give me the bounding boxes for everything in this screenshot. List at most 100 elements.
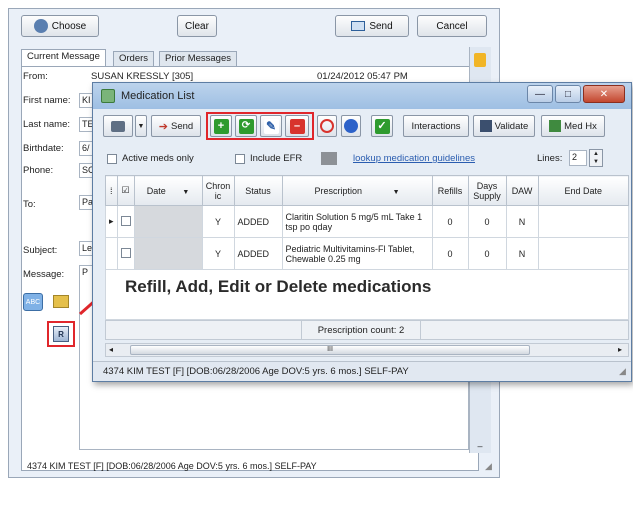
include-efr-label: Include EFR (250, 153, 303, 164)
from-value: SUSAN KRESSLY [305] (91, 71, 194, 82)
horizontal-scrollbar[interactable]: ◂ III ▸ (105, 343, 629, 357)
subject-label: Subject: (23, 245, 58, 256)
birthdate-field[interactable]: 6/ (79, 141, 93, 156)
scroll-right-arrow[interactable]: ▸ (618, 345, 622, 354)
tab-prior-messages[interactable]: Prior Messages (159, 51, 237, 67)
minimize-button[interactable]: — (527, 85, 553, 103)
approve-button[interactable]: ✓ (371, 115, 393, 137)
note-icon[interactable] (474, 53, 486, 67)
print-button[interactable] (103, 115, 133, 137)
lines-stepper[interactable]: ▲ ▼ (589, 149, 603, 167)
sync-icon (344, 119, 358, 133)
print-dropdown[interactable]: ▼ (135, 115, 147, 137)
select-all-checkbox[interactable]: ☑ (116, 175, 135, 206)
lines-label: Lines: (537, 153, 563, 164)
active-meds-checkbox[interactable] (107, 154, 117, 164)
scroll-thumb[interactable]: III (130, 345, 530, 355)
row-status: ADDED (233, 205, 283, 238)
col-daw[interactable]: DAW (505, 175, 539, 206)
prescription-sort-icon: ▼ (392, 188, 400, 196)
scroll-left-arrow[interactable]: ◂ (109, 345, 113, 354)
col-refills[interactable]: Refills (431, 175, 469, 206)
row-prescription: Pediatric Multivitamins-Fl Tablet, Chewa… (281, 237, 433, 270)
birthdate-label: Birthdate: (23, 143, 64, 154)
col-prescription[interactable]: Prescription ▼ (281, 175, 433, 206)
col-days-supply[interactable]: Days Supply (467, 175, 507, 206)
send-button[interactable]: Send (335, 15, 409, 37)
first-name-field[interactable]: KI (79, 93, 93, 108)
dialog-title-bar: Medication List — □ ✕ (93, 83, 631, 109)
delete-medication-button[interactable]: – (285, 115, 309, 137)
lookup-guidelines-link[interactable]: lookup medication guidelines (353, 153, 475, 164)
row-end-date (537, 205, 630, 238)
interactions-button[interactable]: Interactions (403, 115, 469, 137)
row-status: ADDED (233, 237, 283, 270)
spellcheck-icon[interactable]: ABC (23, 293, 43, 311)
tab-current-message[interactable]: Current Message (21, 49, 106, 67)
chevron-down-icon: ▼ (137, 122, 145, 130)
include-efr-checkbox[interactable] (235, 154, 245, 164)
validate-button[interactable]: Validate (473, 115, 535, 137)
plus-icon: + (213, 118, 229, 134)
col-date[interactable]: Date ▼ (133, 175, 203, 206)
row-refills: 0 (431, 237, 469, 270)
current-row-marker: ▸ (105, 205, 118, 238)
back-status-bar: 4374 KIM TEST [F] [DOB:06/28/2006 Age DO… (27, 461, 317, 471)
row-days-supply: 0 (467, 237, 507, 270)
maximize-button[interactable]: □ (555, 85, 581, 103)
color-swatch[interactable] (321, 152, 337, 165)
minus-icon: – (289, 118, 305, 134)
refresh-button[interactable] (341, 115, 361, 137)
first-name-label: First name: (23, 95, 71, 106)
subject-field[interactable]: Le (79, 241, 93, 256)
to-label: To: (23, 199, 36, 210)
table-row[interactable]: Y ADDED Pediatric Multivitamins-Fl Table… (105, 237, 630, 270)
checkmark-icon: ✓ (374, 118, 390, 134)
col-end-date[interactable]: End Date (537, 175, 630, 206)
last-name-field[interactable]: TE (79, 117, 93, 132)
row-date (133, 237, 203, 270)
discontinue-button[interactable] (317, 115, 337, 137)
refresh-icon: ⟳ (238, 118, 254, 134)
phone-label: Phone: (23, 165, 54, 176)
choose-button[interactable]: Choose (21, 15, 99, 37)
to-field[interactable]: Pa (79, 195, 93, 210)
prescription-count: Prescription count: 2 (301, 321, 421, 339)
stop-icon (320, 119, 334, 133)
lines-input[interactable]: 2 (569, 150, 587, 166)
col-status[interactable]: Status (233, 175, 283, 206)
phone-field[interactable]: SC (79, 163, 93, 178)
rx-icon (479, 120, 492, 132)
from-label: From: (23, 71, 48, 82)
medication-table: ⁞ ☑ Date ▼ Chron ic Status Prescription … (105, 175, 630, 270)
col-chronic[interactable]: Chron ic (201, 175, 235, 206)
med-hx-button[interactable]: Med Hx (541, 115, 605, 137)
last-name-label: Last name: (23, 119, 70, 130)
send-rx-button[interactable]: ➔ Send (151, 115, 201, 137)
tab-orders[interactable]: Orders (113, 51, 155, 67)
folder-icon[interactable] (53, 295, 69, 308)
refill-medication-button[interactable]: ⟳ (235, 115, 257, 137)
table-row[interactable]: ▸ Y ADDED Claritin Solution 5 mg/5 mL Ta… (105, 205, 630, 238)
row-indicator-header: ⁞ (105, 175, 118, 206)
row-end-date (537, 237, 630, 270)
pencil-icon: ✎ (263, 118, 279, 134)
scroll-down-arrow[interactable]: – (470, 441, 490, 451)
cancel-button[interactable]: Cancel (417, 15, 487, 37)
dialog-status-text: 4374 KIM TEST [F] [DOB:06/28/2006 Age DO… (103, 366, 409, 377)
row-refills: 0 (431, 205, 469, 238)
resize-grip-icon[interactable]: ◢ (485, 461, 492, 472)
add-medication-button[interactable]: + (210, 115, 232, 137)
close-button[interactable]: ✕ (583, 85, 625, 103)
edit-medication-button[interactable]: ✎ (260, 115, 282, 137)
dialog-resize-grip-icon[interactable]: ◢ (619, 366, 626, 377)
row-daw: N (505, 237, 539, 270)
person-icon (33, 19, 48, 33)
row-checkbox[interactable] (116, 205, 135, 238)
row-checkbox[interactable] (116, 237, 135, 270)
rx-medication-button[interactable]: R (53, 326, 69, 342)
row-marker (105, 237, 118, 270)
dialog-title: Medication List (121, 90, 195, 102)
clear-button[interactable]: Clear (177, 15, 217, 37)
row-days-supply: 0 (467, 205, 507, 238)
